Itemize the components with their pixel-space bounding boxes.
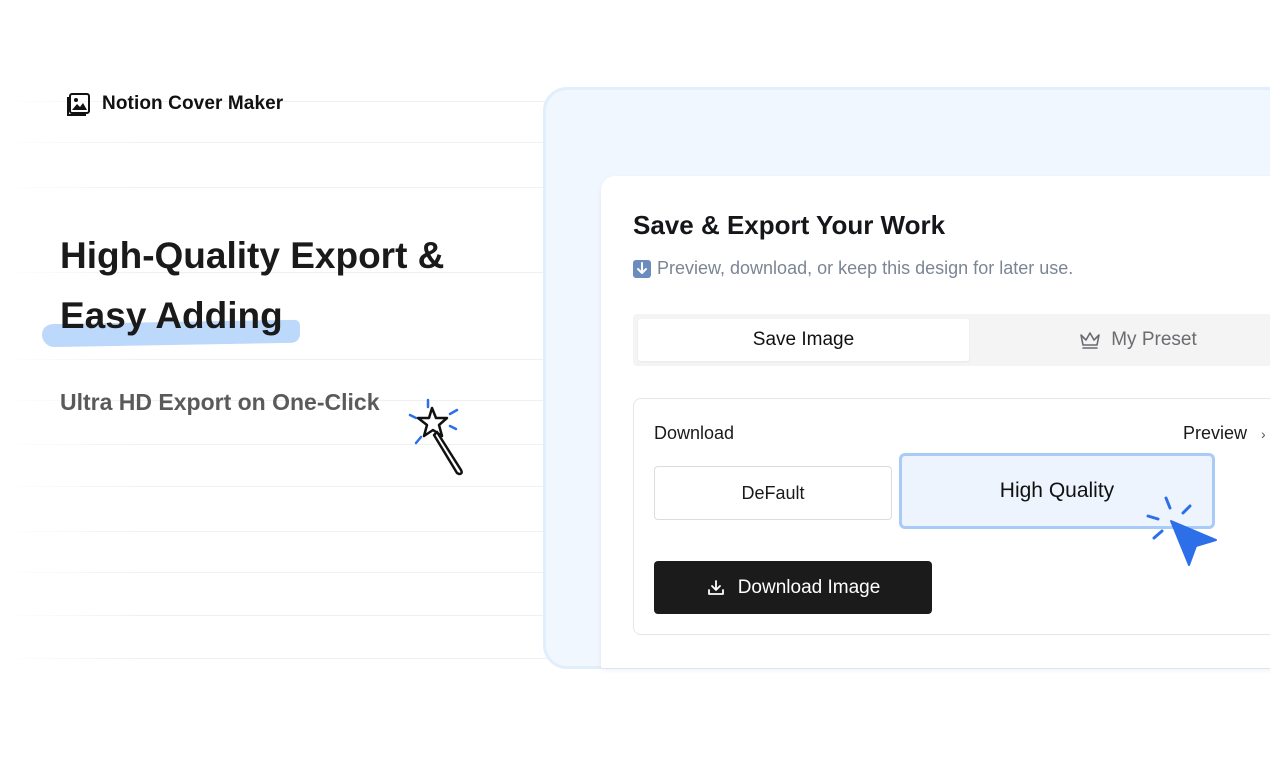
background-line bbox=[0, 142, 560, 143]
tab-my-preset-label: My Preset bbox=[1111, 329, 1197, 350]
background-line bbox=[0, 531, 560, 532]
tab-save-image-label: Save Image bbox=[752, 329, 855, 350]
background-line bbox=[0, 615, 560, 616]
card-description: Preview, download, or keep this design f… bbox=[633, 258, 1073, 279]
page: Notion Cover Maker High-Quality Export &… bbox=[0, 0, 1270, 760]
tab-bar: Save Image My Preset bbox=[633, 314, 1270, 366]
down-arrow-emoji-icon bbox=[633, 259, 651, 278]
tab-my-preset[interactable]: My Preset bbox=[973, 319, 1270, 361]
tab-save-image[interactable]: Save Image bbox=[638, 319, 969, 361]
export-card: Save & Export Your Work Preview, downloa… bbox=[601, 176, 1270, 668]
card-title: Save & Export Your Work bbox=[633, 210, 946, 240]
headline: High-Quality Export & Easy Adding bbox=[41, 226, 445, 348]
download-image-button[interactable]: Download Image bbox=[654, 561, 932, 614]
background-line bbox=[0, 572, 560, 573]
brand[interactable]: Notion Cover Maker bbox=[66, 91, 283, 117]
background-line bbox=[0, 658, 560, 659]
download-icon bbox=[707, 579, 724, 595]
quality-option-default[interactable]: DeFault bbox=[654, 466, 892, 520]
download-image-button-label: Download Image bbox=[737, 576, 881, 598]
background-line bbox=[0, 444, 560, 445]
preview-label: Preview bbox=[1183, 423, 1248, 443]
background-line bbox=[0, 187, 560, 188]
quality-option-high-quality-label: High Quality bbox=[999, 479, 1115, 502]
magic-wand-icon bbox=[408, 398, 463, 476]
headline-line-1: High-Quality Export & bbox=[60, 235, 445, 276]
background-line bbox=[0, 359, 560, 360]
image-frame-icon bbox=[67, 93, 90, 116]
subtitle: Ultra HD Export on One-Click bbox=[60, 389, 380, 415]
quality-option-default-label: DeFault bbox=[741, 482, 805, 503]
card-description-text: Preview, download, or keep this design f… bbox=[657, 258, 1074, 278]
chevron-icon: › bbox=[1261, 425, 1266, 442]
cursor-click-icon bbox=[1146, 496, 1217, 566]
crown-icon bbox=[1080, 332, 1101, 349]
headline-line-2: Easy Adding bbox=[41, 286, 301, 348]
headline-line-2-text: Easy Adding bbox=[60, 295, 283, 336]
download-label: Download bbox=[654, 423, 735, 443]
brand-name: Notion Cover Maker bbox=[102, 93, 284, 114]
preview-toggle[interactable]: Preview › bbox=[1183, 423, 1266, 444]
background-line bbox=[0, 486, 560, 487]
